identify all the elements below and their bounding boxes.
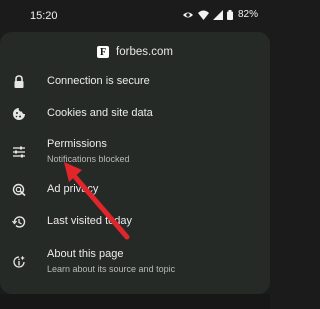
- menu-item-title: Permissions: [47, 138, 107, 150]
- eye-icon: [182, 10, 194, 20]
- menu-item-title: Connection is secure: [47, 75, 150, 87]
- signal-icon: [212, 9, 223, 20]
- menu-item-connection[interactable]: Connection is secure: [0, 64, 270, 100]
- battery-icon: [226, 9, 233, 20]
- cookie-icon: [10, 105, 28, 123]
- ad-privacy-icon: [10, 181, 28, 199]
- history-icon: [10, 213, 28, 231]
- wifi-icon: [197, 10, 209, 20]
- menu-item-title: Ad privacy: [47, 183, 99, 195]
- menu-item-title: Last visited today: [47, 215, 132, 227]
- status-time: 15:20: [30, 10, 58, 22]
- bottom-strip: [0, 294, 270, 309]
- info-icon: [10, 253, 28, 271]
- menu-item-last-visited[interactable]: Last visited today: [0, 204, 270, 240]
- menu-item-subtitle: Notifications blocked: [47, 154, 130, 164]
- status-bar: 15:20 82%: [0, 0, 270, 32]
- tune-icon: [10, 143, 28, 161]
- lock-icon: [10, 73, 28, 91]
- menu-item-permissions[interactable]: Permissions Notifications blocked: [0, 132, 270, 172]
- site-favicon: F: [97, 46, 110, 58]
- menu-item-about[interactable]: About this page Learn about its source a…: [0, 242, 270, 282]
- battery-level: 82%: [237, 9, 258, 20]
- site-name: forbes.com: [116, 46, 173, 58]
- menu-item-cookies[interactable]: Cookies and site data: [0, 96, 270, 132]
- menu-item-title: Cookies and site data: [47, 107, 153, 119]
- menu-item-title: About this page: [47, 248, 124, 260]
- menu-item-ad-privacy[interactable]: Ad privacy: [0, 172, 270, 208]
- menu-item-subtitle: Learn about its source and topic: [47, 264, 176, 274]
- site-header: F forbes.com: [0, 40, 270, 64]
- page-info-sheet: F forbes.com Connection is secure Cookie…: [0, 32, 270, 294]
